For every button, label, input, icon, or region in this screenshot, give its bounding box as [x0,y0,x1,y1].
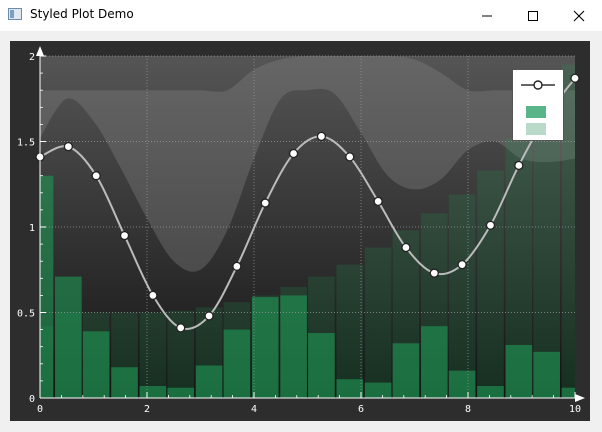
bar-primary [448,370,476,398]
x-tick-label: 0 [37,404,43,415]
bar-primary [195,365,223,398]
data-point [373,196,383,207]
bar-primary [505,344,533,398]
data-point [204,311,214,321]
x-tick-label: 4 [251,404,257,415]
bar-primary [364,382,392,398]
bar-primary [336,379,364,398]
y-tick-label: 0.5 [17,309,35,320]
data-point [345,152,355,162]
y-tick-label: 0 [29,394,35,405]
close-button[interactable] [556,0,602,31]
data-point [429,268,439,278]
maximize-button[interactable] [510,0,556,31]
bar-secondary [448,194,476,398]
bar-primary [561,387,575,398]
minimize-button[interactable] [464,0,510,31]
data-point [119,230,130,241]
app-icon [8,8,22,20]
bar-primary [82,331,110,398]
data-point [91,171,101,181]
bar-primary [533,351,560,398]
bar-primary [308,333,335,398]
legend [512,69,564,141]
bar-primary [477,386,504,398]
y-tick-label: 1 [29,223,35,234]
data-point [148,290,158,301]
bar-secondary [364,247,392,398]
x-tick-label: 6 [358,404,364,415]
legend-marker-swatch [533,80,543,90]
bar-primary [223,329,251,398]
bar-primary [40,175,54,398]
data-point [288,148,299,159]
legend-bar-swatch-light [526,123,546,135]
data-point [570,73,580,83]
data-point [316,131,327,142]
bar-primary [139,386,167,398]
data-point [514,160,524,171]
y-tick-label: 2 [29,52,35,63]
data-point [401,242,411,253]
data-point [485,220,496,230]
bar-secondary [336,264,364,398]
bar-primary [111,367,138,398]
window-title: Styled Plot Demo [30,7,134,21]
bar-primary [392,343,420,398]
close-icon [573,10,585,21]
bar-primary [280,295,307,398]
bar-primary [55,276,82,398]
plot-area: 0 2 4 6 8 10 0 0.5 1 1.5 2 [10,41,590,421]
title-bar: Styled Plot Demo [0,0,602,31]
bar-secondary [139,312,167,398]
legend-bar-swatch [526,106,546,118]
data-point [176,323,186,333]
x-axis-arrow [575,394,585,402]
maximize-icon [528,10,538,21]
data-point [260,198,270,208]
x-tick-label: 8 [465,404,471,415]
data-point [457,259,467,270]
legend-swatches [521,80,555,135]
chart-svg: 0 2 4 6 8 10 0 0.5 1 1.5 2 [17,46,585,415]
bar-primary [420,326,448,398]
data-point [63,141,74,152]
x-tick-label: 2 [144,404,150,415]
y-tick-label: 1.5 [17,138,35,149]
x-tick-label: 10 [569,404,581,415]
y-axis-arrow [36,46,44,56]
minimize-icon [482,15,492,16]
data-point [232,261,242,271]
